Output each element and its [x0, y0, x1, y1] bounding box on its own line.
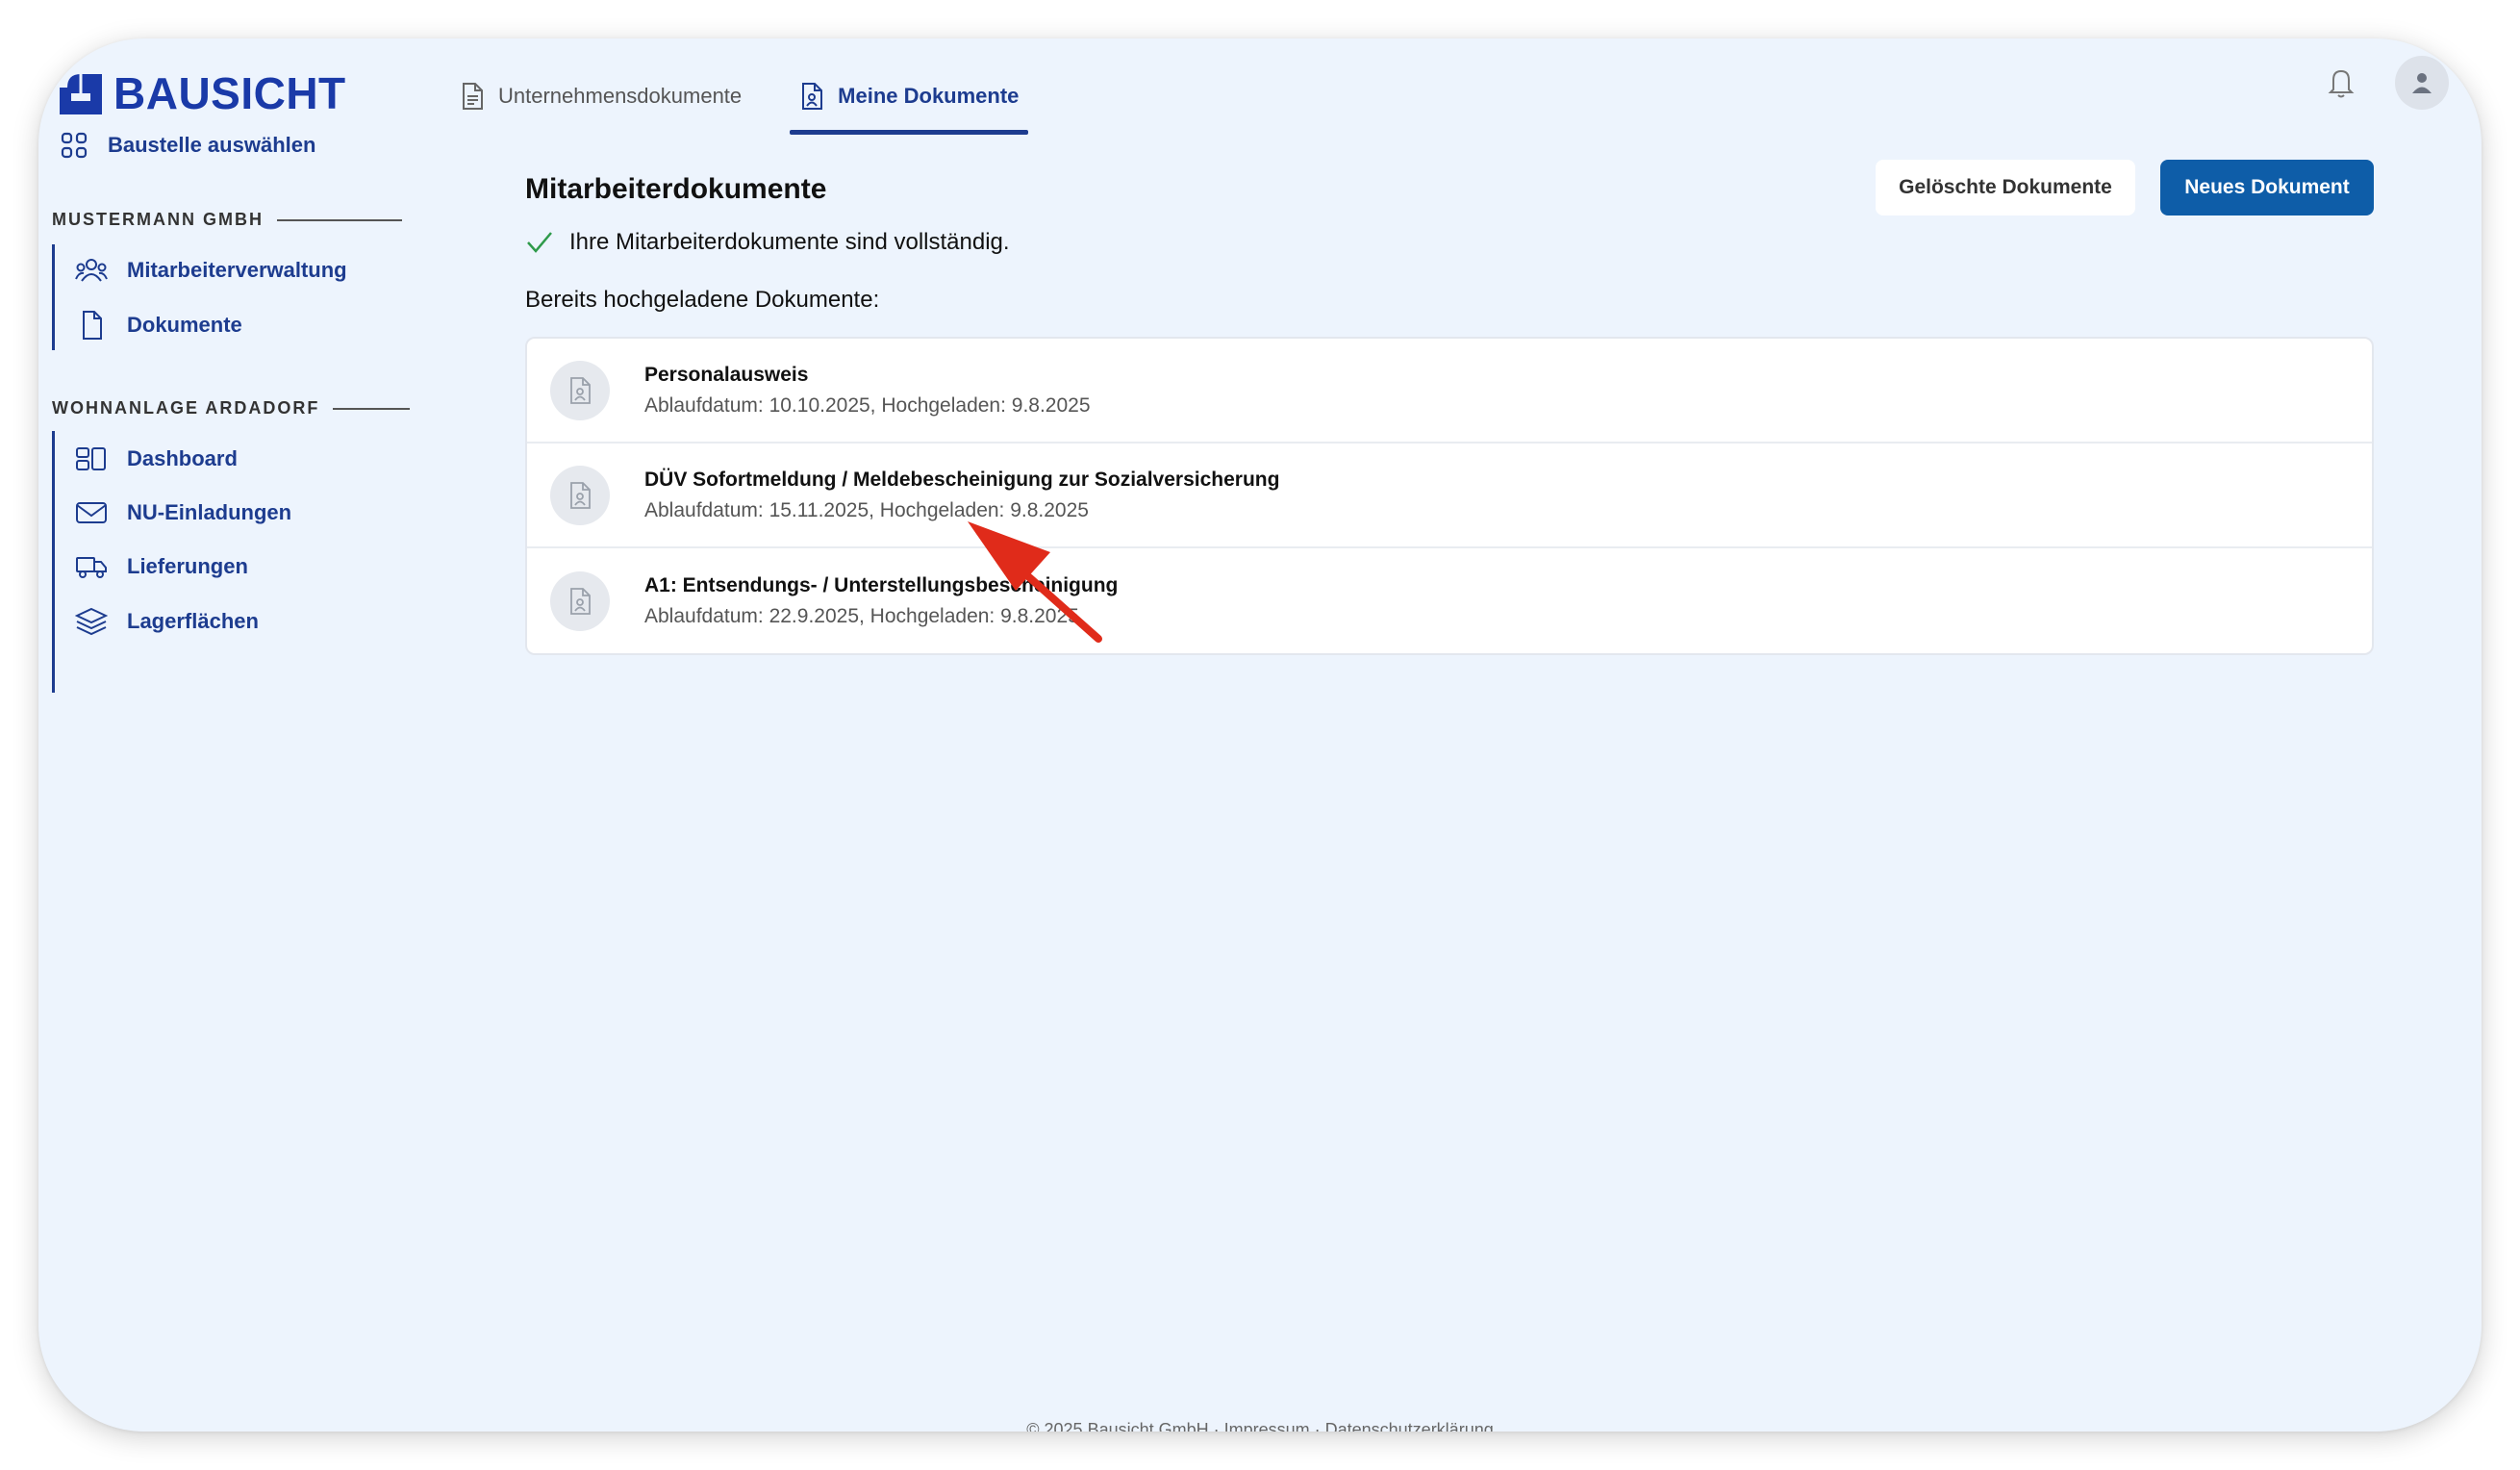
sidebar-item-employees[interactable]: Mitarbeiterverwaltung: [75, 256, 347, 285]
sidebar-item-label: Dokumente: [127, 313, 242, 337]
layers-icon: [75, 607, 108, 636]
document-name: A1: Entsendungs- / Unterstellungsbeschei…: [644, 573, 1119, 596]
document-avatar: [550, 360, 610, 420]
file-text-icon: [463, 83, 483, 110]
document-list: Personalausweis Ablaufdatum: 10.10.2025,…: [525, 337, 2374, 655]
sidebar-item-dashboard[interactable]: Dashboard: [75, 444, 238, 473]
file-user-icon: [570, 376, 591, 404]
section-divider: [333, 407, 411, 410]
file-user-icon: [570, 481, 591, 509]
tab-label: Unternehmensdokumente: [498, 84, 743, 108]
sidebar-item-documents[interactable]: Dokumente: [75, 310, 242, 341]
document-meta: Ablaufdatum: 22.9.2025, Hochgeladen: 9.8…: [644, 604, 1079, 627]
sidebar-item-deliveries[interactable]: Lieferungen: [75, 552, 248, 581]
file-user-icon: [802, 83, 823, 110]
document-row[interactable]: A1: Entsendungs- / Unterstellungsbeschei…: [527, 548, 2372, 653]
sidebar: Baustelle auswählen MUSTERMANN GMBH Mita…: [38, 38, 442, 1432]
new-document-button[interactable]: Neues Dokument: [2160, 160, 2374, 215]
document-meta: Ablaufdatum: 10.10.2025, Hochgeladen: 9.…: [644, 393, 1091, 417]
section-heading-company: MUSTERMANN GMBH: [52, 210, 402, 230]
sidebar-item-select-site[interactable]: Baustelle auswählen: [60, 131, 315, 160]
section-indicator: [52, 244, 55, 350]
document-row[interactable]: Personalausweis Ablaufdatum: 10.10.2025,…: [527, 339, 2372, 444]
section-divider: [276, 218, 402, 221]
document-name: DÜV Sofortmeldung / Meldebescheinigung z…: [644, 468, 1280, 491]
document-name: Personalausweis: [644, 363, 809, 386]
mail-icon: [76, 502, 107, 523]
section-indicator: [52, 431, 55, 693]
status-message: Ihre Mitarbeiterdokumente sind vollständ…: [525, 229, 1010, 256]
deleted-documents-button[interactable]: Gelöschte Dokumente: [1876, 160, 2135, 215]
document-avatar: [550, 570, 610, 631]
tab-label: Meine Dokumente: [838, 84, 1020, 108]
status-text: Ihre Mitarbeiterdokumente sind vollständ…: [569, 229, 1010, 255]
sidebar-item-label: Mitarbeiterverwaltung: [127, 258, 347, 282]
document-icon: [83, 311, 102, 340]
tab-company-documents[interactable]: Unternehmensdokumente: [450, 67, 751, 125]
page-footer: © 2025 Bausicht GmbH · Impressum · Daten…: [1026, 1420, 1494, 1432]
section-heading-site: WOHNANLAGE ARDADORF: [52, 398, 411, 418]
top-tabs: Unternehmensdokumente Meine Dokumente: [450, 67, 1029, 164]
document-avatar: [550, 465, 610, 525]
check-icon: [527, 232, 552, 253]
header-actions: [2326, 56, 2449, 110]
sidebar-item-label: NU-Einladungen: [127, 500, 292, 524]
app-window: BAUSICHT Baustelle auswählen MUSTERMANN …: [38, 38, 2482, 1432]
truck-icon: [76, 557, 107, 578]
sidebar-item-storage[interactable]: Lagerflächen: [75, 606, 259, 637]
page-title: Mitarbeiterdokumente: [525, 173, 827, 205]
user-icon: [2412, 73, 2432, 93]
dashboard-icon: [76, 447, 106, 470]
uploaded-documents-label: Bereits hochgeladene Dokumente:: [525, 287, 880, 313]
user-avatar[interactable]: [2395, 56, 2449, 110]
sidebar-item-label: Dashboard: [127, 446, 238, 470]
file-user-icon: [570, 587, 591, 615]
tab-my-documents[interactable]: Meine Dokumente: [790, 67, 1029, 135]
document-meta: Ablaufdatum: 15.11.2025, Hochgeladen: 9.…: [644, 498, 1089, 521]
sidebar-item-invitations[interactable]: NU-Einladungen: [75, 498, 291, 527]
grid-icon: [61, 132, 88, 159]
document-row[interactable]: DÜV Sofortmeldung / Meldebescheinigung z…: [527, 444, 2372, 548]
bell-icon[interactable]: [2326, 66, 2356, 99]
sidebar-item-label: Lagerflächen: [127, 609, 259, 633]
sidebar-item-label: Lieferungen: [127, 554, 248, 578]
users-icon: [75, 259, 108, 282]
sidebar-item-label: Baustelle auswählen: [108, 133, 316, 157]
